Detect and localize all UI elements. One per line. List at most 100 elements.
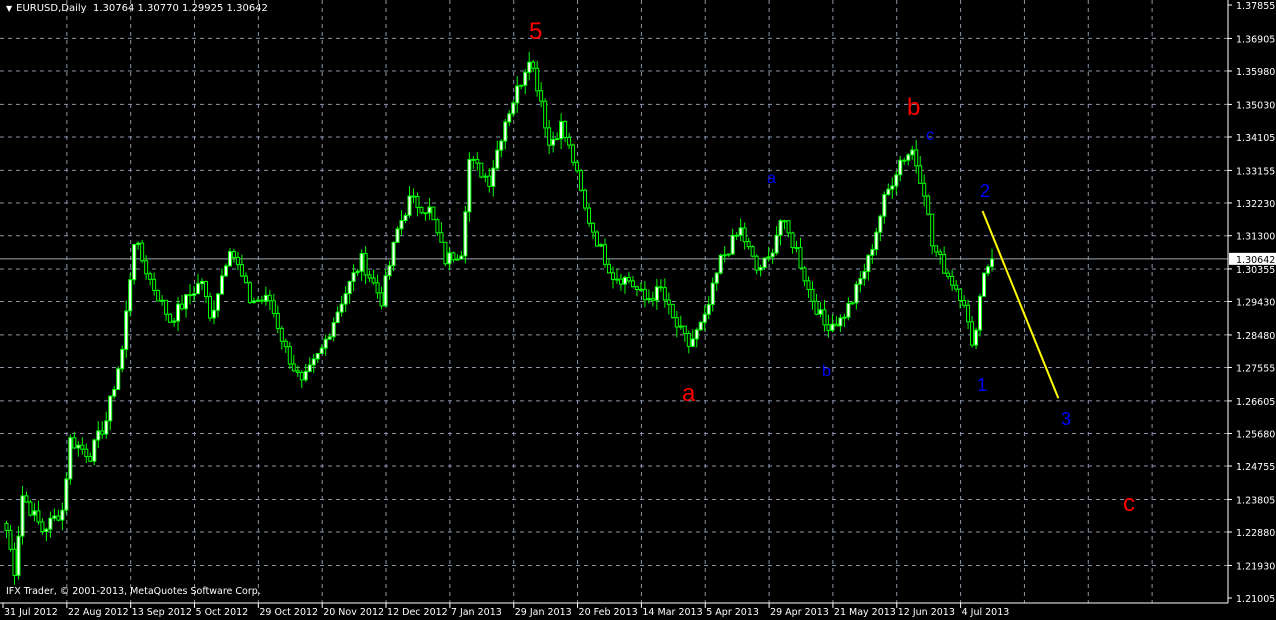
candle-body — [459, 255, 464, 260]
candle-body — [626, 276, 631, 282]
candle-body — [227, 251, 232, 267]
candle-body — [60, 509, 65, 521]
candle-body — [299, 371, 304, 381]
candle-body — [599, 244, 604, 247]
candle-body — [8, 529, 13, 550]
candle-body — [642, 288, 647, 301]
candle-body — [754, 255, 759, 271]
candle-body — [455, 258, 460, 261]
candle-body — [44, 528, 49, 533]
candle-body — [563, 121, 568, 138]
candle-body — [698, 321, 703, 331]
candle-body — [794, 247, 799, 250]
candle-body — [144, 260, 149, 275]
candle-body — [511, 102, 516, 115]
candle-body — [192, 293, 197, 296]
candle-body — [40, 521, 45, 533]
candle-body — [427, 206, 432, 214]
candle-body — [411, 195, 416, 198]
candle-body — [24, 495, 29, 503]
candle-body — [918, 165, 923, 184]
candle-body — [902, 159, 907, 162]
candle-body — [906, 154, 911, 161]
date-tick-label: 22 Aug 2012 — [68, 607, 129, 618]
candle-body — [479, 162, 484, 178]
candle-body — [475, 158, 480, 164]
candle-body — [120, 348, 125, 370]
candle-body — [20, 495, 25, 537]
date-tick-label: 5 Oct 2012 — [196, 607, 249, 618]
candle-body — [48, 517, 53, 530]
candle-body — [507, 113, 512, 123]
price-tick-label: 1.21005 — [1236, 594, 1275, 605]
candle-body — [654, 286, 659, 301]
candle-body — [634, 286, 639, 291]
candle-body — [491, 167, 496, 187]
candle-body — [559, 121, 564, 140]
candle-body — [239, 264, 244, 277]
candle-body — [367, 274, 372, 279]
candle-body — [978, 295, 983, 331]
candle-body — [614, 278, 619, 281]
candle-body — [355, 270, 360, 274]
price-tick-label: 1.25680 — [1236, 429, 1275, 440]
candle-body — [4, 522, 9, 531]
price-tick-label: 1.37855 — [1236, 1, 1275, 12]
candle-body — [100, 430, 105, 435]
candle-body — [686, 332, 691, 347]
candle-body — [762, 257, 767, 269]
price-tick-label: 1.26605 — [1236, 397, 1275, 408]
candle-body — [419, 206, 424, 214]
candle-body — [866, 254, 871, 272]
price-tick-label: 1.34105 — [1236, 133, 1275, 144]
candle-body — [567, 136, 572, 146]
candle-body — [327, 336, 332, 340]
candle-body — [954, 284, 959, 290]
candle-body — [315, 353, 320, 360]
candle-body — [36, 510, 41, 523]
price-tick-label: 1.35030 — [1236, 100, 1275, 111]
candle-body — [387, 265, 392, 277]
candle-body — [890, 185, 895, 190]
candle-body — [104, 420, 109, 435]
candle-body — [148, 273, 153, 280]
candle-body — [211, 309, 216, 319]
date-tick-label: 29 Apr 2013 — [770, 607, 829, 618]
candle-body — [383, 275, 388, 307]
candle-body — [347, 280, 352, 295]
candle-body — [630, 280, 635, 288]
candle-body — [295, 370, 300, 373]
candle-body — [407, 195, 412, 216]
candle-body — [463, 211, 468, 257]
candle-body — [52, 515, 57, 519]
candle-body — [176, 303, 181, 322]
candle-body — [287, 346, 292, 365]
candle-body — [196, 283, 201, 295]
candle-body — [443, 241, 448, 265]
candle-body — [395, 228, 400, 243]
price-chart[interactable]: 1.37855 1.36905 1.35980 1.35030 1.34105 1.331… — [0, 0, 1276, 620]
candle-body — [551, 139, 556, 146]
candle-body — [184, 294, 189, 310]
candle-body — [610, 272, 615, 281]
candle-body — [323, 338, 328, 349]
candle-body — [826, 324, 831, 331]
candle-body — [215, 293, 220, 311]
time-axis[interactable]: 31 Jul 2012 22 Aug 2012 13 Sep 2012 5 Oct 2… — [2, 603, 1009, 618]
candle-body — [830, 323, 835, 331]
price-axis[interactable]: 1.37855 1.36905 1.35980 1.35030 1.34105 1.331… — [1228, 1, 1276, 605]
candle-body — [319, 347, 324, 355]
candle-body — [247, 282, 252, 304]
candle-body — [235, 256, 240, 266]
candle-body — [279, 327, 284, 342]
candle-body — [982, 272, 987, 297]
candle-body — [778, 220, 783, 236]
candles — [4, 51, 995, 585]
candle-body — [718, 254, 723, 274]
candle-body — [834, 323, 839, 327]
trendline[interactable] — [981, 210, 1060, 399]
candle-body — [495, 149, 500, 169]
candle-body — [204, 280, 208, 297]
dropdown-triangle-icon[interactable]: ▼ — [6, 4, 12, 13]
date-tick-label: 29 Oct 2012 — [259, 607, 318, 618]
